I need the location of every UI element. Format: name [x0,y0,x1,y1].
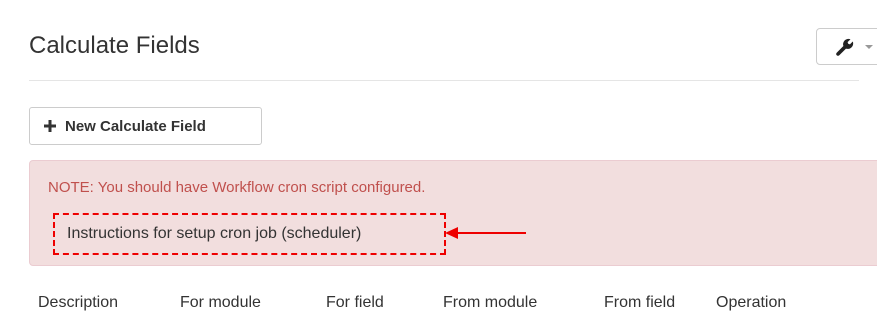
column-header-from-field[interactable]: From field [604,294,675,312]
column-header-for-field[interactable]: For field [326,294,384,312]
table-header-row: Description For module For field From mo… [29,280,877,320]
alert-note-text: NOTE: You should have Workflow cron scri… [48,179,426,196]
cron-warning-alert: NOTE: You should have Workflow cron scri… [29,160,877,266]
caret-down-icon [865,45,873,49]
new-calculate-field-label: New Calculate Field [65,117,206,135]
column-header-description[interactable]: Description [38,294,118,312]
new-calculate-field-button[interactable]: New Calculate Field [29,107,262,145]
wrench-icon [836,38,854,56]
title-divider [29,80,859,81]
column-header-operation[interactable]: Operation [716,294,786,312]
column-header-from-module[interactable]: From module [443,294,537,312]
column-header-for-module[interactable]: For module [180,294,261,312]
page: Calculate Fields New Calculate Field NOT… [0,0,877,320]
plus-icon [44,120,56,132]
page-title: Calculate Fields [29,32,200,59]
red-arrow-icon [445,227,526,239]
cron-instructions-link[interactable]: Instructions for setup cron job (schedul… [53,213,446,255]
tools-dropdown-button[interactable] [816,28,877,65]
cron-instructions-label: Instructions for setup cron job (schedul… [67,225,362,242]
